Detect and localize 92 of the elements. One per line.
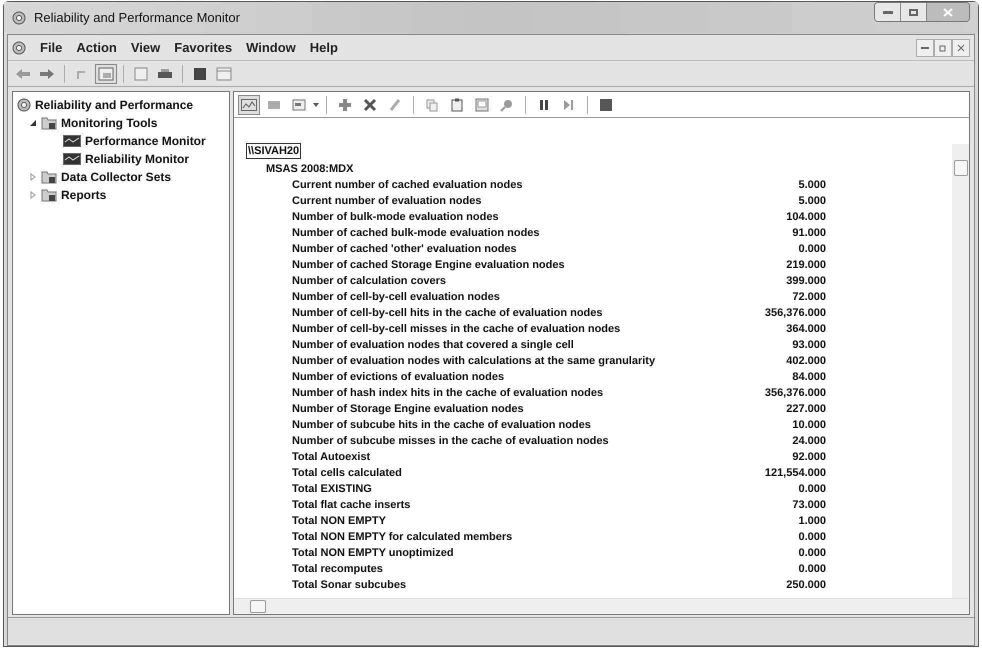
counter-value: 121,554.000 bbox=[764, 466, 826, 481]
close-icon bbox=[943, 8, 953, 16]
counter-value: 364.000 bbox=[785, 322, 826, 337]
menu-item[interactable]: Action bbox=[76, 38, 117, 58]
counter-value: 10.000 bbox=[791, 418, 826, 433]
tree-item[interactable]: Reliability Monitor bbox=[85, 150, 190, 168]
tree-item[interactable]: Monitoring Tools bbox=[61, 114, 158, 132]
counter-value: 24.000 bbox=[791, 434, 826, 449]
counter-value: 0.000 bbox=[797, 530, 826, 545]
counter-value: 84.000 bbox=[791, 370, 826, 385]
menu-item[interactable]: Favorites bbox=[174, 38, 232, 58]
close-button[interactable] bbox=[952, 38, 970, 56]
minimize-button[interactable] bbox=[875, 3, 901, 21]
gear-icon bbox=[17, 98, 31, 112]
expanded-arrow-icon[interactable] bbox=[29, 119, 37, 127]
counter-name: Total recomputes bbox=[291, 562, 384, 577]
counter-value: 219.000 bbox=[785, 258, 826, 273]
counter-value: 0.000 bbox=[797, 546, 826, 561]
dropdown-caret-icon[interactable] bbox=[313, 102, 319, 106]
counter-value: 356,376.000 bbox=[764, 386, 826, 401]
folder-icon bbox=[41, 170, 57, 184]
counter-name: Number of cached Storage Engine evaluation nodes bbox=[291, 258, 566, 273]
counter-name: Number of cell-by-cell hits in the cache of evaluation nodes bbox=[291, 306, 604, 321]
chart-view-icon[interactable] bbox=[238, 94, 260, 114]
counter-name: Total Sonar subcubes bbox=[291, 578, 408, 593]
restore-icon bbox=[939, 44, 947, 52]
tree-item[interactable]: Reports bbox=[61, 186, 106, 204]
counter-name: Total NON EMPTY unoptimized bbox=[291, 546, 455, 561]
counter-value: 356,376.000 bbox=[764, 306, 826, 321]
counter-value: 72.000 bbox=[791, 290, 826, 305]
counter-name: Number of evaluation nodes that covered a single cell bbox=[291, 338, 575, 353]
counter-value: 0.000 bbox=[797, 482, 826, 497]
mmc-icon bbox=[12, 40, 26, 54]
counter-value: 402.000 bbox=[785, 354, 826, 369]
minimize-icon bbox=[921, 46, 929, 48]
counter-name: Number of cell-by-cell misses in the cache of evaluation nodes bbox=[291, 322, 622, 337]
counter-value: 91.000 bbox=[791, 226, 826, 241]
counter-value: 5.000 bbox=[797, 194, 826, 209]
window-title: Reliability and Performance Monitor bbox=[34, 9, 240, 28]
counter-name: Number of cached 'other' evaluation nodes bbox=[291, 242, 518, 257]
folder-icon bbox=[41, 188, 57, 202]
counter-name: Number of calculation covers bbox=[291, 274, 448, 289]
counter-name: Current number of cached evaluation nodes bbox=[291, 178, 524, 193]
counter-value: 5.000 bbox=[797, 178, 826, 193]
computer-name: \\SIVAH20 bbox=[246, 143, 302, 159]
menu-item[interactable]: Help bbox=[310, 38, 338, 58]
counter-name: Total EXISTING bbox=[291, 482, 373, 497]
counter-value: 0.000 bbox=[797, 242, 826, 257]
counter-name: Total Autoexist bbox=[291, 450, 372, 465]
counter-name: Total NON EMPTY bbox=[291, 514, 387, 529]
counter-value: 1.000 bbox=[797, 514, 826, 529]
collapsed-arrow-icon[interactable] bbox=[29, 173, 37, 181]
counter-name: Current number of evaluation nodes bbox=[291, 194, 482, 209]
vertical-scrollbar[interactable] bbox=[952, 144, 969, 598]
tree-item[interactable]: Reliability and Performance bbox=[35, 96, 194, 114]
counter-name: Number of cached bulk-mode evaluation nodes bbox=[291, 226, 541, 241]
counter-name: Number of evaluation nodes with calculations at the same granularity bbox=[291, 354, 656, 369]
counter-name: Total flat cache inserts bbox=[291, 498, 412, 513]
counter-name: Number of hash index hits in the cache of evaluation nodes bbox=[291, 386, 604, 401]
counter-value: 227.000 bbox=[785, 402, 826, 417]
counter-value: 399.000 bbox=[785, 274, 826, 289]
counter-name: Number of subcube hits in the cache of evaluation nodes bbox=[291, 418, 592, 433]
console-tree-icon[interactable] bbox=[95, 64, 117, 84]
menu-item[interactable]: View bbox=[130, 38, 160, 58]
counter-value: 0.000 bbox=[797, 562, 826, 577]
menu-item[interactable]: Window bbox=[246, 38, 296, 58]
object-name: MSAS 2008:MDX bbox=[265, 162, 354, 177]
counter-name: Total NON EMPTY for calculated members bbox=[291, 530, 514, 545]
minimize-button[interactable] bbox=[916, 38, 934, 56]
menu-item[interactable]: File bbox=[40, 38, 62, 58]
counter-name: Total cells calculated bbox=[291, 466, 403, 481]
collapsed-arrow-icon[interactable] bbox=[29, 191, 37, 199]
maximize-button[interactable] bbox=[901, 3, 927, 21]
app-icon bbox=[12, 11, 26, 25]
horizontal-scrollbar[interactable] bbox=[234, 598, 969, 614]
tree-item[interactable]: Data Collector Sets bbox=[61, 168, 172, 186]
monitor-icon bbox=[63, 153, 81, 165]
counter-value: 104.000 bbox=[785, 210, 826, 225]
restore-button[interactable] bbox=[934, 38, 952, 56]
counter-name: Number of subcube misses in the cache of evaluation nodes bbox=[291, 434, 610, 449]
counter-value: 250.000 bbox=[785, 578, 826, 593]
counter-value: 92.000 bbox=[791, 450, 826, 465]
monitor-icon bbox=[63, 135, 81, 147]
counter-name: Number of cell-by-cell evaluation nodes bbox=[291, 290, 501, 305]
counter-name: Number of bulk-mode evaluation nodes bbox=[291, 210, 500, 225]
tree-item[interactable]: Performance Monitor bbox=[85, 132, 206, 150]
counter-name: Number of Storage Engine evaluation nodes bbox=[291, 402, 525, 417]
counter-name: Number of evictions of evaluation nodes bbox=[291, 370, 506, 385]
folder-icon bbox=[41, 116, 57, 130]
close-icon bbox=[957, 44, 965, 52]
counter-value: 93.000 bbox=[791, 338, 826, 353]
counter-value: 73.000 bbox=[791, 498, 826, 513]
